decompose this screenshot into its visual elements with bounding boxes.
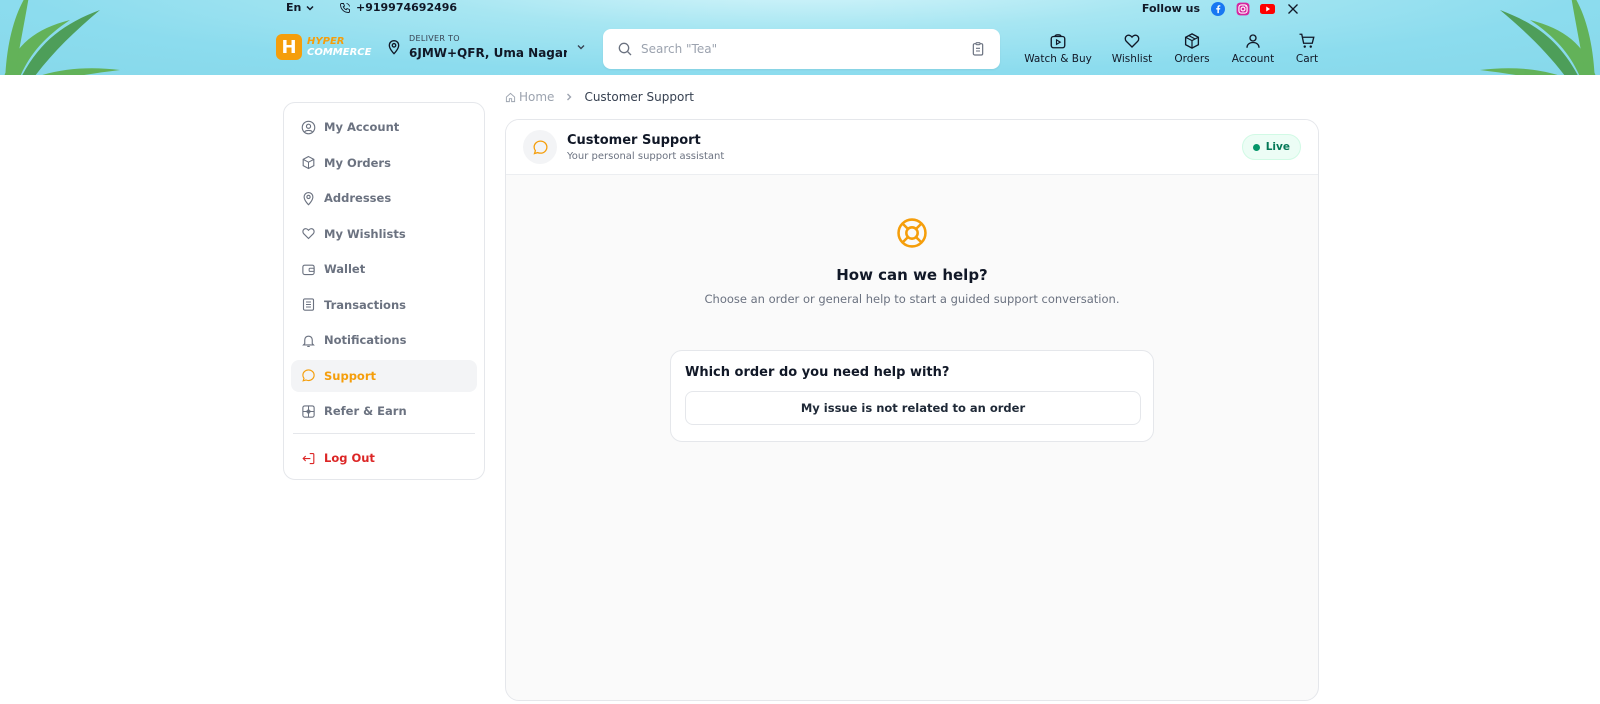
- x-icon[interactable]: [1285, 1, 1300, 16]
- sidebar-item-label: My Account: [324, 120, 400, 134]
- chevron-right-icon: [567, 93, 572, 101]
- map-pin-icon: [303, 191, 314, 206]
- logout-button[interactable]: Log Out: [291, 442, 477, 474]
- logout-icon: [302, 452, 315, 464]
- live-label: Live: [1265, 141, 1290, 153]
- sidebar-item-label: Support: [324, 368, 377, 383]
- chat-icon: [302, 369, 315, 382]
- youtube-icon[interactable]: [1260, 1, 1275, 16]
- search-input[interactable]: [641, 42, 970, 56]
- search-bar[interactable]: [603, 29, 1000, 69]
- sidebar-item-label: Refer & Earn: [324, 404, 407, 418]
- sidebar-item-wallet[interactable]: Wallet: [291, 253, 477, 285]
- sidebar-item-addresses[interactable]: Addresses: [291, 182, 477, 214]
- logo-line1: HYPER: [307, 36, 345, 47]
- nav-label: Watch & Buy: [1024, 53, 1092, 65]
- help-subtitle: Choose an order or general help to start…: [704, 292, 1120, 306]
- nav-label: Account: [1231, 53, 1275, 65]
- sidebar-item-label: Addresses: [324, 191, 392, 205]
- chevron-down-icon: [306, 5, 314, 11]
- lifebuoy-icon: [897, 218, 927, 248]
- support-avatar: [523, 130, 557, 164]
- breadcrumb-current: Customer Support: [584, 90, 694, 104]
- support-panel: Customer Support Your personal support a…: [505, 119, 1319, 701]
- logout-label: Log Out: [324, 451, 375, 465]
- phone-number: +919974692496: [356, 1, 458, 14]
- box-icon: [1184, 33, 1200, 49]
- sidebar-item-transactions[interactable]: Transactions: [291, 289, 477, 321]
- box-icon: [302, 155, 315, 170]
- heart-icon: [302, 228, 315, 240]
- user-circle-icon: [301, 120, 316, 134]
- gift-icon: [302, 404, 315, 418]
- deliver-label: DELIVER TO: [409, 34, 460, 43]
- heart-icon: [1124, 34, 1140, 48]
- sidebar-item-my-orders[interactable]: My Orders: [291, 147, 477, 179]
- site-logo[interactable]: H HYPER COMMERCE: [276, 34, 371, 60]
- support-subtitle: Your personal support assistant: [567, 150, 725, 162]
- instagram-icon[interactable]: [1235, 1, 1250, 16]
- search-icon: [618, 42, 632, 56]
- map-pin-icon: [388, 39, 400, 55]
- sidebar-item-refer-earn[interactable]: Refer & Earn: [291, 395, 477, 427]
- sidebar-item-notifications[interactable]: Notifications: [291, 324, 477, 356]
- clipboard-list-icon[interactable]: [970, 41, 986, 57]
- nav-wishlist[interactable]: Wishlist: [1095, 32, 1169, 65]
- home-icon: [505, 92, 516, 102]
- nav-cart[interactable]: Cart: [1291, 32, 1323, 65]
- social-links: Follow us: [1142, 1, 1300, 16]
- order-select-card: Which order do you need help with? My is…: [670, 350, 1154, 442]
- sidebar-item-label: My Orders: [324, 155, 391, 170]
- header-nav: Watch & Buy Wishlist Orders Account Cart: [1021, 32, 1323, 65]
- support-header: Customer Support Your personal support a…: [506, 120, 1318, 175]
- nav-label: Cart: [1295, 53, 1319, 65]
- chat-icon: [532, 139, 548, 154]
- not-order-related-button[interactable]: My issue is not related to an order: [685, 391, 1141, 425]
- nav-orders[interactable]: Orders: [1169, 32, 1215, 65]
- sidebar-item-my-account[interactable]: My Account: [291, 111, 477, 143]
- breadcrumb-home[interactable]: Home: [519, 90, 554, 104]
- phone-link[interactable]: +919974692496: [339, 1, 457, 14]
- watch-buy-icon: [1050, 34, 1066, 49]
- nav-label: Orders: [1174, 53, 1210, 65]
- live-status-badge: Live: [1241, 134, 1301, 160]
- sidebar-item-label: Notifications: [324, 333, 407, 347]
- deliver-to-selector[interactable]: DELIVER TO 6JMW+QFR, Uma Nagar, B...: [386, 34, 585, 60]
- support-title: Customer Support: [567, 132, 701, 148]
- sidebar-item-label: My Wishlists: [324, 226, 406, 241]
- account-sidebar: My Account My Orders Addresses My Wishli…: [283, 102, 485, 480]
- logo-mark: H: [276, 34, 302, 60]
- nav-account[interactable]: Account: [1215, 32, 1291, 65]
- help-title: How can we help?: [836, 266, 988, 284]
- site-header: En +919974692496 Follow us H HYPER COMME…: [0, 0, 1600, 75]
- sidebar-item-label: Transactions: [324, 297, 406, 312]
- bell-icon: [302, 335, 315, 347]
- facebook-icon[interactable]: [1210, 1, 1225, 16]
- wallet-icon: [302, 264, 315, 275]
- list-icon: [302, 298, 315, 311]
- live-dot: [1252, 143, 1260, 151]
- phone-icon: [340, 2, 350, 13]
- sidebar-item-label: Wallet: [324, 262, 366, 276]
- chevron-down-icon: [577, 45, 585, 50]
- sidebar-item-my-wishlists[interactable]: My Wishlists: [291, 218, 477, 250]
- order-question: Which order do you need help with?: [685, 365, 950, 380]
- language-selector[interactable]: En: [286, 1, 315, 14]
- sidebar-item-support[interactable]: Support: [291, 359, 477, 392]
- follow-label: Follow us: [1141, 2, 1200, 15]
- cart-icon: [1299, 33, 1315, 48]
- sidebar-divider: [293, 433, 475, 434]
- nav-watch-buy[interactable]: Watch & Buy: [1021, 32, 1095, 65]
- nav-label: Wishlist: [1111, 53, 1153, 65]
- logo-line2: COMMERCE: [307, 47, 372, 58]
- user-icon: [1246, 34, 1260, 48]
- language-label: En: [286, 1, 302, 14]
- deliver-address: 6JMW+QFR, Uma Nagar, B...: [409, 46, 567, 60]
- breadcrumb: Home Customer Support: [505, 90, 694, 104]
